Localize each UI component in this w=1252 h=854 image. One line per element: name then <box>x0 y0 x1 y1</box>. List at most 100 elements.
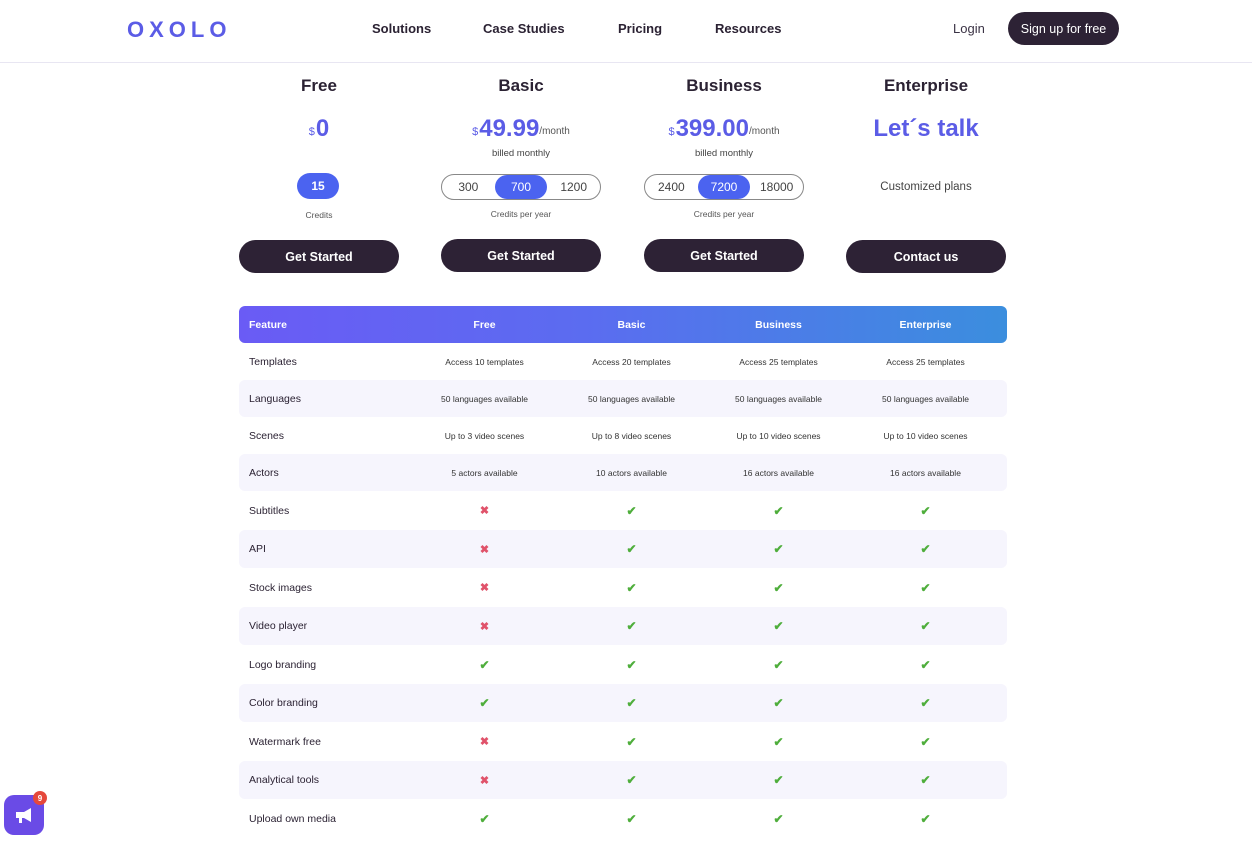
price-currency: $ <box>668 126 675 138</box>
feature-comparison-table: Feature Free Basic Business Enterprise T… <box>239 306 1007 838</box>
check-icon: ✔ <box>479 696 490 710</box>
login-link[interactable]: Login <box>953 21 985 36</box>
table-row: Actors 5 actors available 10 actors availa… <box>239 454 1007 491</box>
cross-icon: ✖ <box>479 774 490 787</box>
nav-pricing[interactable]: Pricing <box>618 21 662 36</box>
feature-value: Access 25 templates <box>886 356 965 367</box>
table-row: Color branding ✔ ✔ ✔ ✔ <box>239 684 1007 722</box>
plan-business: Business $ 399.00 /month billed monthly <box>644 76 804 160</box>
check-icon: ✔ <box>626 773 637 787</box>
credits-option-300[interactable]: 300 <box>442 175 495 199</box>
credits-selector-business: 2400 7200 18000 <box>644 174 804 200</box>
header-business: Business <box>755 318 802 331</box>
plan-name: Free <box>301 76 337 95</box>
feature-value: 50 languages available <box>735 393 822 404</box>
nav-solutions[interactable]: Solutions <box>372 21 431 36</box>
feature-value: Up to 10 video scenes <box>883 430 968 441</box>
customized-plans-text: Customized plans <box>880 181 972 193</box>
feature-name: Templates <box>249 355 297 368</box>
feature-name: Scenes <box>249 429 285 442</box>
plan-headline: Let´s talk <box>846 112 1006 142</box>
cross-icon: ✖ <box>479 736 490 748</box>
feature-value: Up to 3 video scenes <box>444 430 525 441</box>
price-currency: $ <box>472 126 479 138</box>
credits-caption: Credits <box>305 210 333 220</box>
get-started-free-button[interactable]: Get Started <box>239 240 399 273</box>
top-navigation: OXOLO Solutions Case Studies Pricing Res… <box>0 0 1252 63</box>
plan-enterprise: Enterprise Let´s talk <box>846 76 1006 142</box>
check-icon: ✔ <box>920 580 931 595</box>
price-period: /month <box>539 126 570 137</box>
credits-option-7200[interactable]: 7200 <box>697 175 751 199</box>
table-row: Logo branding ✔ ✔ ✔ ✔ <box>239 645 1007 684</box>
megaphone-icon <box>16 808 31 823</box>
oxolo-logo[interactable]: OXOLO <box>127 17 231 43</box>
check-icon: ✔ <box>479 811 490 826</box>
check-icon: ✔ <box>920 773 931 787</box>
check-icon: ✔ <box>920 811 931 826</box>
check-icon: ✔ <box>773 580 784 595</box>
table-row: Templates Access 10 templates Access 20 te… <box>239 343 1007 380</box>
feature-value: Up to 8 video scenes <box>591 430 672 441</box>
feature-name: Color branding <box>249 697 318 709</box>
get-started-business-button[interactable]: Get Started <box>644 239 804 272</box>
table-row: Watermark free ✖ ✔ ✔ ✔ <box>239 722 1007 761</box>
check-icon: ✔ <box>773 811 784 826</box>
credits-option-18000[interactable]: 18000 <box>750 175 803 199</box>
feature-value: 50 languages available <box>882 393 969 404</box>
header-free: Free <box>473 318 496 331</box>
cross-icon: ✖ <box>479 543 490 556</box>
header-basic: Basic <box>617 318 646 331</box>
plan-price: $ 0 <box>239 112 399 142</box>
get-started-basic-button[interactable]: Get Started <box>441 239 601 272</box>
check-icon: ✔ <box>626 734 637 749</box>
credits-option-2400[interactable]: 2400 <box>645 175 698 199</box>
price-value: 49.99 <box>479 115 540 142</box>
check-icon: ✔ <box>920 542 931 556</box>
cross-icon: ✖ <box>479 505 490 517</box>
price-value: 0 <box>315 115 330 142</box>
nav-resources[interactable]: Resources <box>715 21 781 36</box>
table-row: Stock images ✖ ✔ ✔ ✔ <box>239 568 1007 607</box>
plan-free: Free $ 0 <box>239 76 399 142</box>
signup-button[interactable]: Sign up for free <box>1008 12 1119 45</box>
feature-value: 50 languages available <box>441 393 528 404</box>
feature-name: Actors <box>249 466 279 479</box>
credits-option-700[interactable]: 700 <box>494 175 548 199</box>
cross-icon: ✖ <box>479 582 490 594</box>
credits-selector-basic: 300 700 1200 <box>441 174 601 200</box>
billing-note: billed monthly <box>694 148 754 159</box>
price-period: /month <box>748 126 780 137</box>
table-row: API ✖ ✔ ✔ ✔ <box>239 530 1007 568</box>
credits-option-1200[interactable]: 1200 <box>547 175 600 199</box>
billing-note: billed monthly <box>491 148 551 159</box>
check-icon: ✔ <box>773 542 784 556</box>
check-icon: ✔ <box>626 696 637 710</box>
feature-name: Analytical tools <box>249 774 320 786</box>
check-icon: ✔ <box>920 734 931 749</box>
plan-name: Business <box>686 76 762 95</box>
credits-pill-free[interactable]: 15 <box>297 173 339 199</box>
feature-value: 10 actors available <box>596 467 667 478</box>
contact-us-button[interactable]: Contact us <box>846 240 1006 273</box>
cross-icon: ✖ <box>479 620 490 633</box>
price-value: 399.00 <box>675 115 749 142</box>
header-enterprise: Enterprise <box>899 318 952 331</box>
feature-name: Video player <box>249 620 308 632</box>
check-icon: ✔ <box>626 542 637 556</box>
plan-price: $ 399.00 /month <box>644 112 804 142</box>
check-icon: ✔ <box>773 773 784 787</box>
price-currency: $ <box>308 126 315 138</box>
check-icon: ✔ <box>626 619 637 633</box>
nav-case-studies[interactable]: Case Studies <box>483 21 565 36</box>
feature-name: API <box>249 543 266 555</box>
feature-value: Access 20 templates <box>592 356 671 367</box>
table-row: Scenes Up to 3 video scenes Up to 8 video … <box>239 417 1007 454</box>
plan-price: $ 49.99 /month <box>441 112 601 142</box>
check-icon: ✔ <box>920 619 931 633</box>
check-icon: ✔ <box>773 503 784 518</box>
header-feature: Feature <box>249 318 287 331</box>
table-row: Subtitles ✖ ✔ ✔ ✔ <box>239 491 1007 530</box>
credits-caption: Credits per year <box>490 209 552 219</box>
check-icon: ✔ <box>920 696 931 710</box>
